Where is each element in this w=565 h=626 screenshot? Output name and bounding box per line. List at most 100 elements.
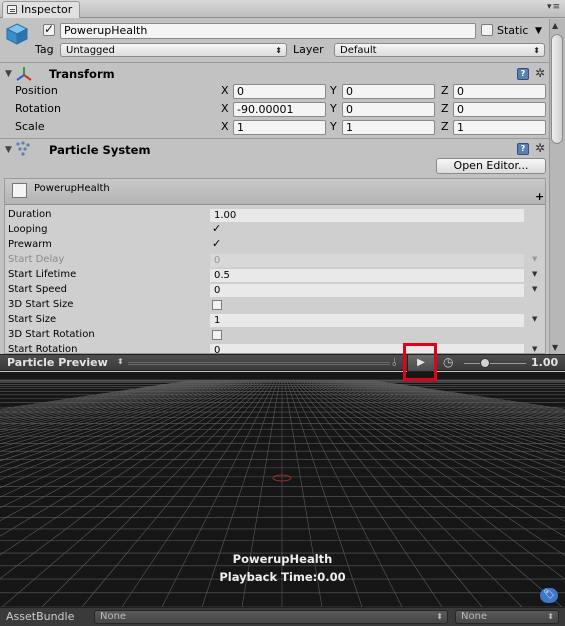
module-row-label: Duration <box>8 209 52 220</box>
transform-y-field[interactable]: 1 <box>342 120 435 135</box>
play-button-highlight <box>403 343 437 381</box>
gear-icon[interactable]: ✲ <box>535 142 545 154</box>
module-row-label: Looping <box>8 224 48 235</box>
open-editor-button[interactable]: Open Editor... <box>436 158 546 174</box>
particle-system-icon <box>15 141 31 157</box>
module-row: Prewarm <box>5 237 545 253</box>
game-object-icon <box>5 22 29 46</box>
module-row-checkbox[interactable] <box>212 222 222 235</box>
transform-x-field[interactable]: 0 <box>233 84 326 99</box>
updown-arrow-icon: ⬍ <box>436 612 443 621</box>
tag-value: Untagged <box>66 45 115 56</box>
inspector-icon <box>7 5 17 14</box>
module-row-label: Start Rotation <box>8 344 78 354</box>
inspector-tab-label: Inspector <box>21 3 73 16</box>
asset-bundle-variant-value: None <box>461 611 488 622</box>
module-name: PowerupHealth <box>34 183 110 194</box>
particle-preview-toolbar: Particle Preview ⬍ ⫰ ▶ ◷ 1.00 <box>0 354 565 372</box>
module-row-checkbox[interactable] <box>212 237 222 250</box>
module-row-field[interactable]: 0 <box>210 344 524 353</box>
scroll-down-icon[interactable]: ▼ <box>552 343 558 352</box>
object-name-field[interactable]: PowerupHealth <box>60 23 476 39</box>
inspector-tab-bar: Inspector ▾≡ <box>0 0 565 18</box>
module-row-field[interactable]: 1.00 <box>210 209 524 222</box>
clock-icon: ◷ <box>443 355 454 369</box>
dropdown-arrow-icon[interactable]: ▼ <box>532 255 537 263</box>
axis-x-label: X <box>221 84 229 97</box>
transform-z-field[interactable]: 0 <box>453 84 546 99</box>
axis-z-label: Z <box>441 102 449 115</box>
transform-y-field[interactable]: 0 <box>342 102 435 117</box>
updown-arrow-icon: ⬍ <box>275 46 282 55</box>
module-row: Start Speed 0 ▼ <box>5 283 545 298</box>
transform-z-field[interactable]: 1 <box>453 120 546 135</box>
add-module-icon[interactable]: + <box>535 190 544 203</box>
dropdown-arrow-icon[interactable]: ▼ <box>532 270 537 278</box>
module-header[interactable]: PowerupHealth + <box>5 179 545 205</box>
transform-z-field[interactable]: 0 <box>453 102 546 117</box>
static-checkbox[interactable] <box>481 24 493 36</box>
module-row-checkbox[interactable] <box>212 330 222 340</box>
module-row-field[interactable]: 0 <box>210 254 524 267</box>
preview-title[interactable]: Particle Preview <box>7 356 108 369</box>
playback-time: Playback Time:0.00 <box>219 570 346 584</box>
dropdown-arrow-icon[interactable]: ▼ <box>532 285 537 293</box>
help-icon[interactable]: ? <box>517 68 529 80</box>
axis-y-label: Y <box>330 102 337 115</box>
transform-x-field[interactable]: -90.00001 <box>233 102 326 117</box>
module-row: Looping <box>5 222 545 238</box>
asset-bundle-bar: AssetBundle None ⬍ None ⬍ <box>0 607 565 626</box>
particle-system-foldout-icon[interactable]: ▼ <box>5 145 12 155</box>
asset-bundle-label: AssetBundle <box>6 610 75 623</box>
transform-y-field[interactable]: 0 <box>342 84 435 99</box>
axis-x-label: X <box>221 120 229 133</box>
transform-foldout-icon[interactable]: ▼ <box>5 69 12 79</box>
axis-y-label: Y <box>330 120 337 133</box>
module-row: 3D Start Size <box>5 298 545 313</box>
inspector-tab[interactable]: Inspector <box>2 1 80 18</box>
active-checkbox[interactable] <box>43 22 55 36</box>
asset-bundle-name-dropdown[interactable]: None ⬍ <box>94 610 448 624</box>
module-icon <box>12 183 27 198</box>
scroll-up-icon[interactable]: ▲ <box>552 21 558 30</box>
particle-module-panel: PowerupHealth + Duration 1.00 Looping Prewa… <box>4 178 546 354</box>
module-row-field[interactable]: 0 <box>210 284 524 297</box>
module-row-label: 3D Start Rotation <box>8 329 95 340</box>
help-icon[interactable]: ? <box>517 143 529 155</box>
asset-bundle-variant-dropdown[interactable]: None ⬍ <box>455 610 559 624</box>
gear-icon[interactable]: ✲ <box>535 67 545 79</box>
dropdown-arrow-icon[interactable]: ▼ <box>532 315 537 323</box>
module-row-field[interactable]: 0.5 <box>210 269 524 282</box>
particle-system-title: Particle System <box>49 143 151 157</box>
module-row-label: Start Delay <box>8 254 65 265</box>
static-dropdown-icon[interactable]: ▼ <box>535 24 542 38</box>
speed-slider-knob[interactable] <box>480 358 490 368</box>
preview-menu-icon[interactable]: ⬍ <box>117 357 124 366</box>
module-row: Start Lifetime 0.5 ▼ <box>5 268 545 283</box>
asset-label-tag-icon[interactable]: 🏷 <box>540 588 558 603</box>
module-row-checkbox[interactable] <box>212 300 222 310</box>
tab-menu-icon[interactable]: ▾≡ <box>547 2 561 12</box>
axis-x-label: X <box>221 102 229 115</box>
module-row: Start Size 1 ▼ <box>5 313 545 328</box>
axis-z-label: Z <box>441 120 449 133</box>
preview-object-name: PowerupHealth <box>232 552 333 566</box>
playback-speed-slider[interactable] <box>464 363 526 364</box>
layer-label: Layer <box>293 43 324 56</box>
axis-y-label: Y <box>330 84 337 97</box>
module-row: Start Rotation 0 ▼ <box>5 343 545 354</box>
transform-x-field[interactable]: 1 <box>233 120 326 135</box>
layer-dropdown[interactable]: Default ⬍ <box>334 43 545 57</box>
scrollbar-thumb[interactable] <box>551 34 563 144</box>
tag-dropdown[interactable]: Untagged ⬍ <box>60 43 287 57</box>
module-row-label: Start Size <box>8 314 57 325</box>
particle-preview-viewport[interactable]: PowerupHealth Playback Time:0.00 🏷 <box>0 372 565 607</box>
transform-title: Transform <box>49 67 115 81</box>
pivot-icon[interactable]: ⫰ <box>392 356 397 370</box>
preview-drag-handle[interactable] <box>128 362 390 365</box>
module-row: Start Delay 0 ▼ <box>5 253 545 268</box>
module-row: Duration 1.00 <box>5 208 545 223</box>
module-row-field[interactable]: 1 <box>210 314 524 327</box>
dropdown-arrow-icon[interactable]: ▼ <box>532 345 537 353</box>
transform-row-label: Scale <box>15 120 45 133</box>
